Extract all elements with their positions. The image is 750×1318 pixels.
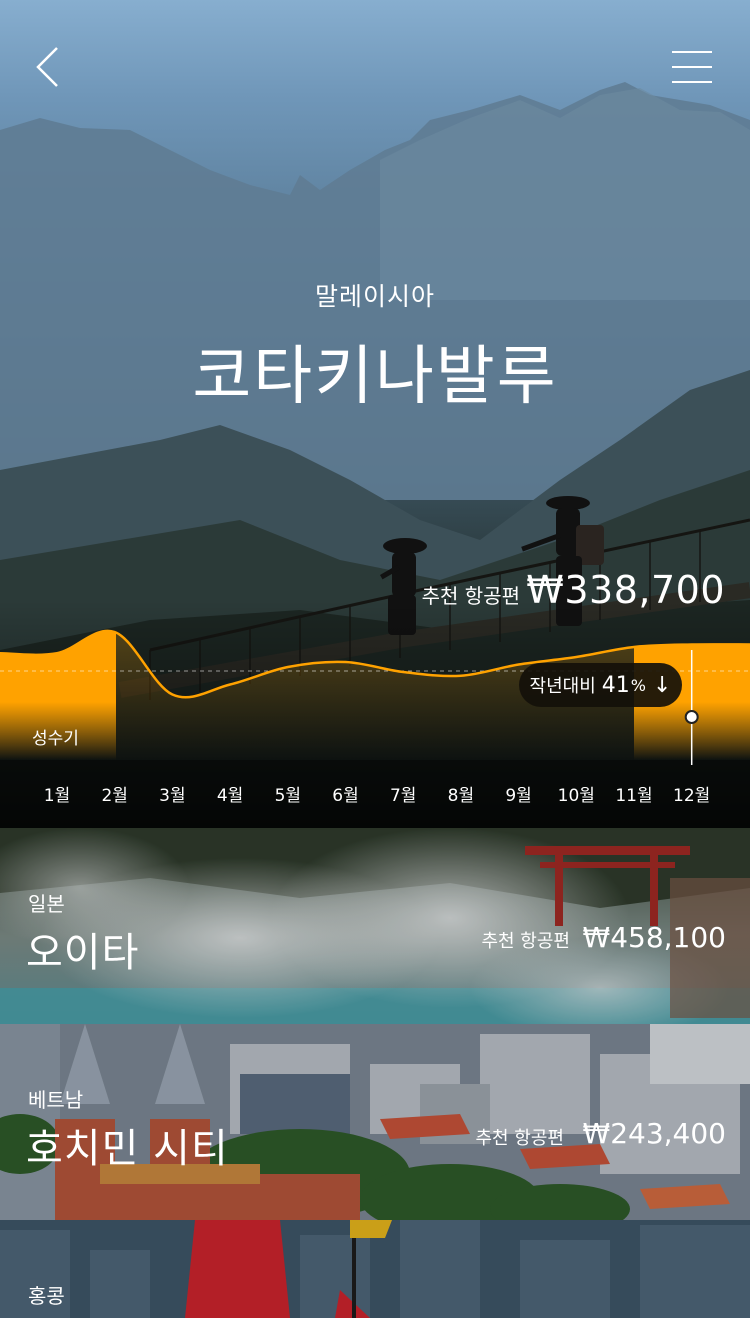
- destination-card-hochiminh[interactable]: 베트남 호치민 시티 추천 항공편 ₩243,400: [0, 1024, 750, 1220]
- month-tick-label[interactable]: 10월: [558, 786, 595, 806]
- month-tick-label[interactable]: 2월: [101, 786, 127, 806]
- destination-card-hongkong[interactable]: 홍콩: [0, 1220, 750, 1318]
- month-tick-label[interactable]: 9월: [505, 786, 531, 806]
- month-tick-label[interactable]: 1월: [44, 786, 70, 806]
- yoy-label: 작년대비: [529, 676, 596, 697]
- month-tick-label[interactable]: 8월: [448, 786, 474, 806]
- month-tick-label[interactable]: 6월: [332, 786, 358, 806]
- card-country-label: 일본: [28, 892, 65, 916]
- card-flight-price: ₩243,400: [582, 1117, 726, 1150]
- month-tick-label[interactable]: 7월: [390, 786, 416, 806]
- month-tick-label[interactable]: 12월: [673, 786, 710, 806]
- peak-season-label: 성수기: [32, 729, 79, 749]
- year-over-year-badge[interactable]: 작년대비 41 % ↓: [519, 663, 682, 707]
- destination-card-oita[interactable]: 일본 오이타 추천 항공편 ₩458,100: [0, 828, 750, 1024]
- month-tick-label[interactable]: 4월: [217, 786, 243, 806]
- yoy-percent: 41: [601, 672, 630, 698]
- hamburger-icon: [672, 51, 712, 83]
- card-flight-label: 추천 항공편: [475, 1128, 564, 1149]
- hero-section: 말레이시아 코타키나발루 추천 항공편 ₩338,700 1월 2월 3월 4월 5월 6…: [0, 0, 750, 828]
- back-button[interactable]: [26, 44, 70, 88]
- card-country-label: 베트남: [28, 1088, 84, 1112]
- card-country-label: 홍콩: [28, 1284, 65, 1308]
- monthly-price-chart[interactable]: 1월 2월 3월 4월 5월 6월 7월 8월 9월 10월 11월 12월: [0, 600, 750, 828]
- month-tick-label[interactable]: 11월: [615, 786, 652, 806]
- card-flight-label: 추천 항공편: [481, 931, 570, 952]
- city-title: 코타키나발루: [192, 340, 558, 414]
- chevron-left-icon: [36, 47, 58, 87]
- month-tick-label[interactable]: 5월: [275, 786, 301, 806]
- selected-month-handle[interactable]: [684, 710, 699, 724]
- card-flight-price: ₩458,100: [582, 921, 726, 954]
- yoy-percent-sign: %: [630, 675, 646, 695]
- country-label: 말레이시아: [314, 282, 435, 311]
- month-tick-label[interactable]: 3월: [159, 786, 185, 806]
- card-city-title: 오이타: [26, 930, 140, 976]
- hongkong-harbor-image: [0, 1220, 750, 1318]
- card-city-title: 호치민 시티: [26, 1126, 229, 1172]
- menu-button[interactable]: [668, 44, 712, 88]
- arrow-down-icon: ↓: [653, 672, 672, 698]
